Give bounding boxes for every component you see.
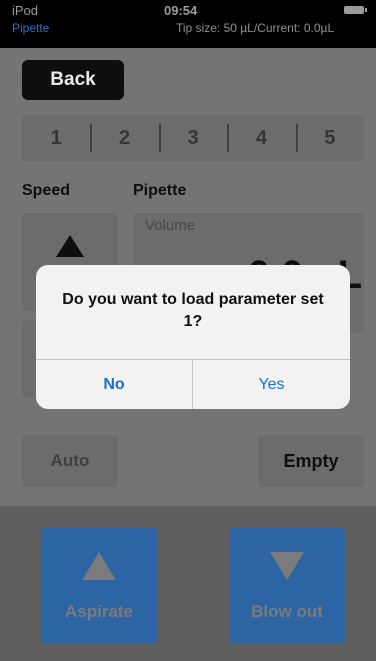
carrier-label: iPod	[12, 3, 39, 18]
battery-icon	[344, 6, 367, 14]
speed-label: Speed	[22, 182, 71, 199]
parameter-set-4-button[interactable]: 4	[227, 115, 295, 161]
app-name: Pipette	[12, 21, 50, 35]
parameter-set-1-button[interactable]: 1	[22, 115, 90, 161]
dialog-yes-button[interactable]: Yes	[193, 360, 350, 409]
pipette-label: Pipette	[133, 182, 187, 199]
tip-size-info: Tip size: 50 µL/Current: 0.0µL	[176, 21, 335, 35]
auto-button[interactable]: Auto	[22, 435, 118, 487]
volume-label: Volume	[145, 217, 196, 234]
dialog-no-button[interactable]: No	[36, 360, 192, 409]
aspirate-label: Aspirate	[64, 602, 134, 621]
action-panel: Aspirate Blow out	[0, 506, 376, 661]
empty-button[interactable]: Empty	[258, 435, 364, 487]
aspirate-button[interactable]: Aspirate	[41, 528, 157, 643]
parameter-set-2-button[interactable]: 2	[90, 115, 158, 161]
triangle-down-icon	[270, 552, 304, 580]
clock: 09:54	[164, 3, 198, 18]
back-button[interactable]: Back	[22, 60, 124, 100]
blow-out-button[interactable]: Blow out	[229, 528, 345, 643]
dialog-message: Do you want to load parameter set 1?	[62, 291, 324, 330]
status-bar: iPod 09:54 Pipette Tip size: 50 µL/Curre…	[0, 0, 376, 48]
parameter-set-3-button[interactable]: 3	[158, 115, 227, 161]
load-parameter-dialog: Do you want to load parameter set 1? No …	[36, 265, 350, 409]
parameter-set-selector: 1 2 3 4 5	[22, 115, 364, 161]
parameter-set-5-button[interactable]: 5	[295, 115, 364, 161]
blow-out-label: Blow out	[251, 602, 323, 621]
triangle-up-icon	[56, 235, 84, 257]
triangle-up-icon	[82, 552, 116, 580]
